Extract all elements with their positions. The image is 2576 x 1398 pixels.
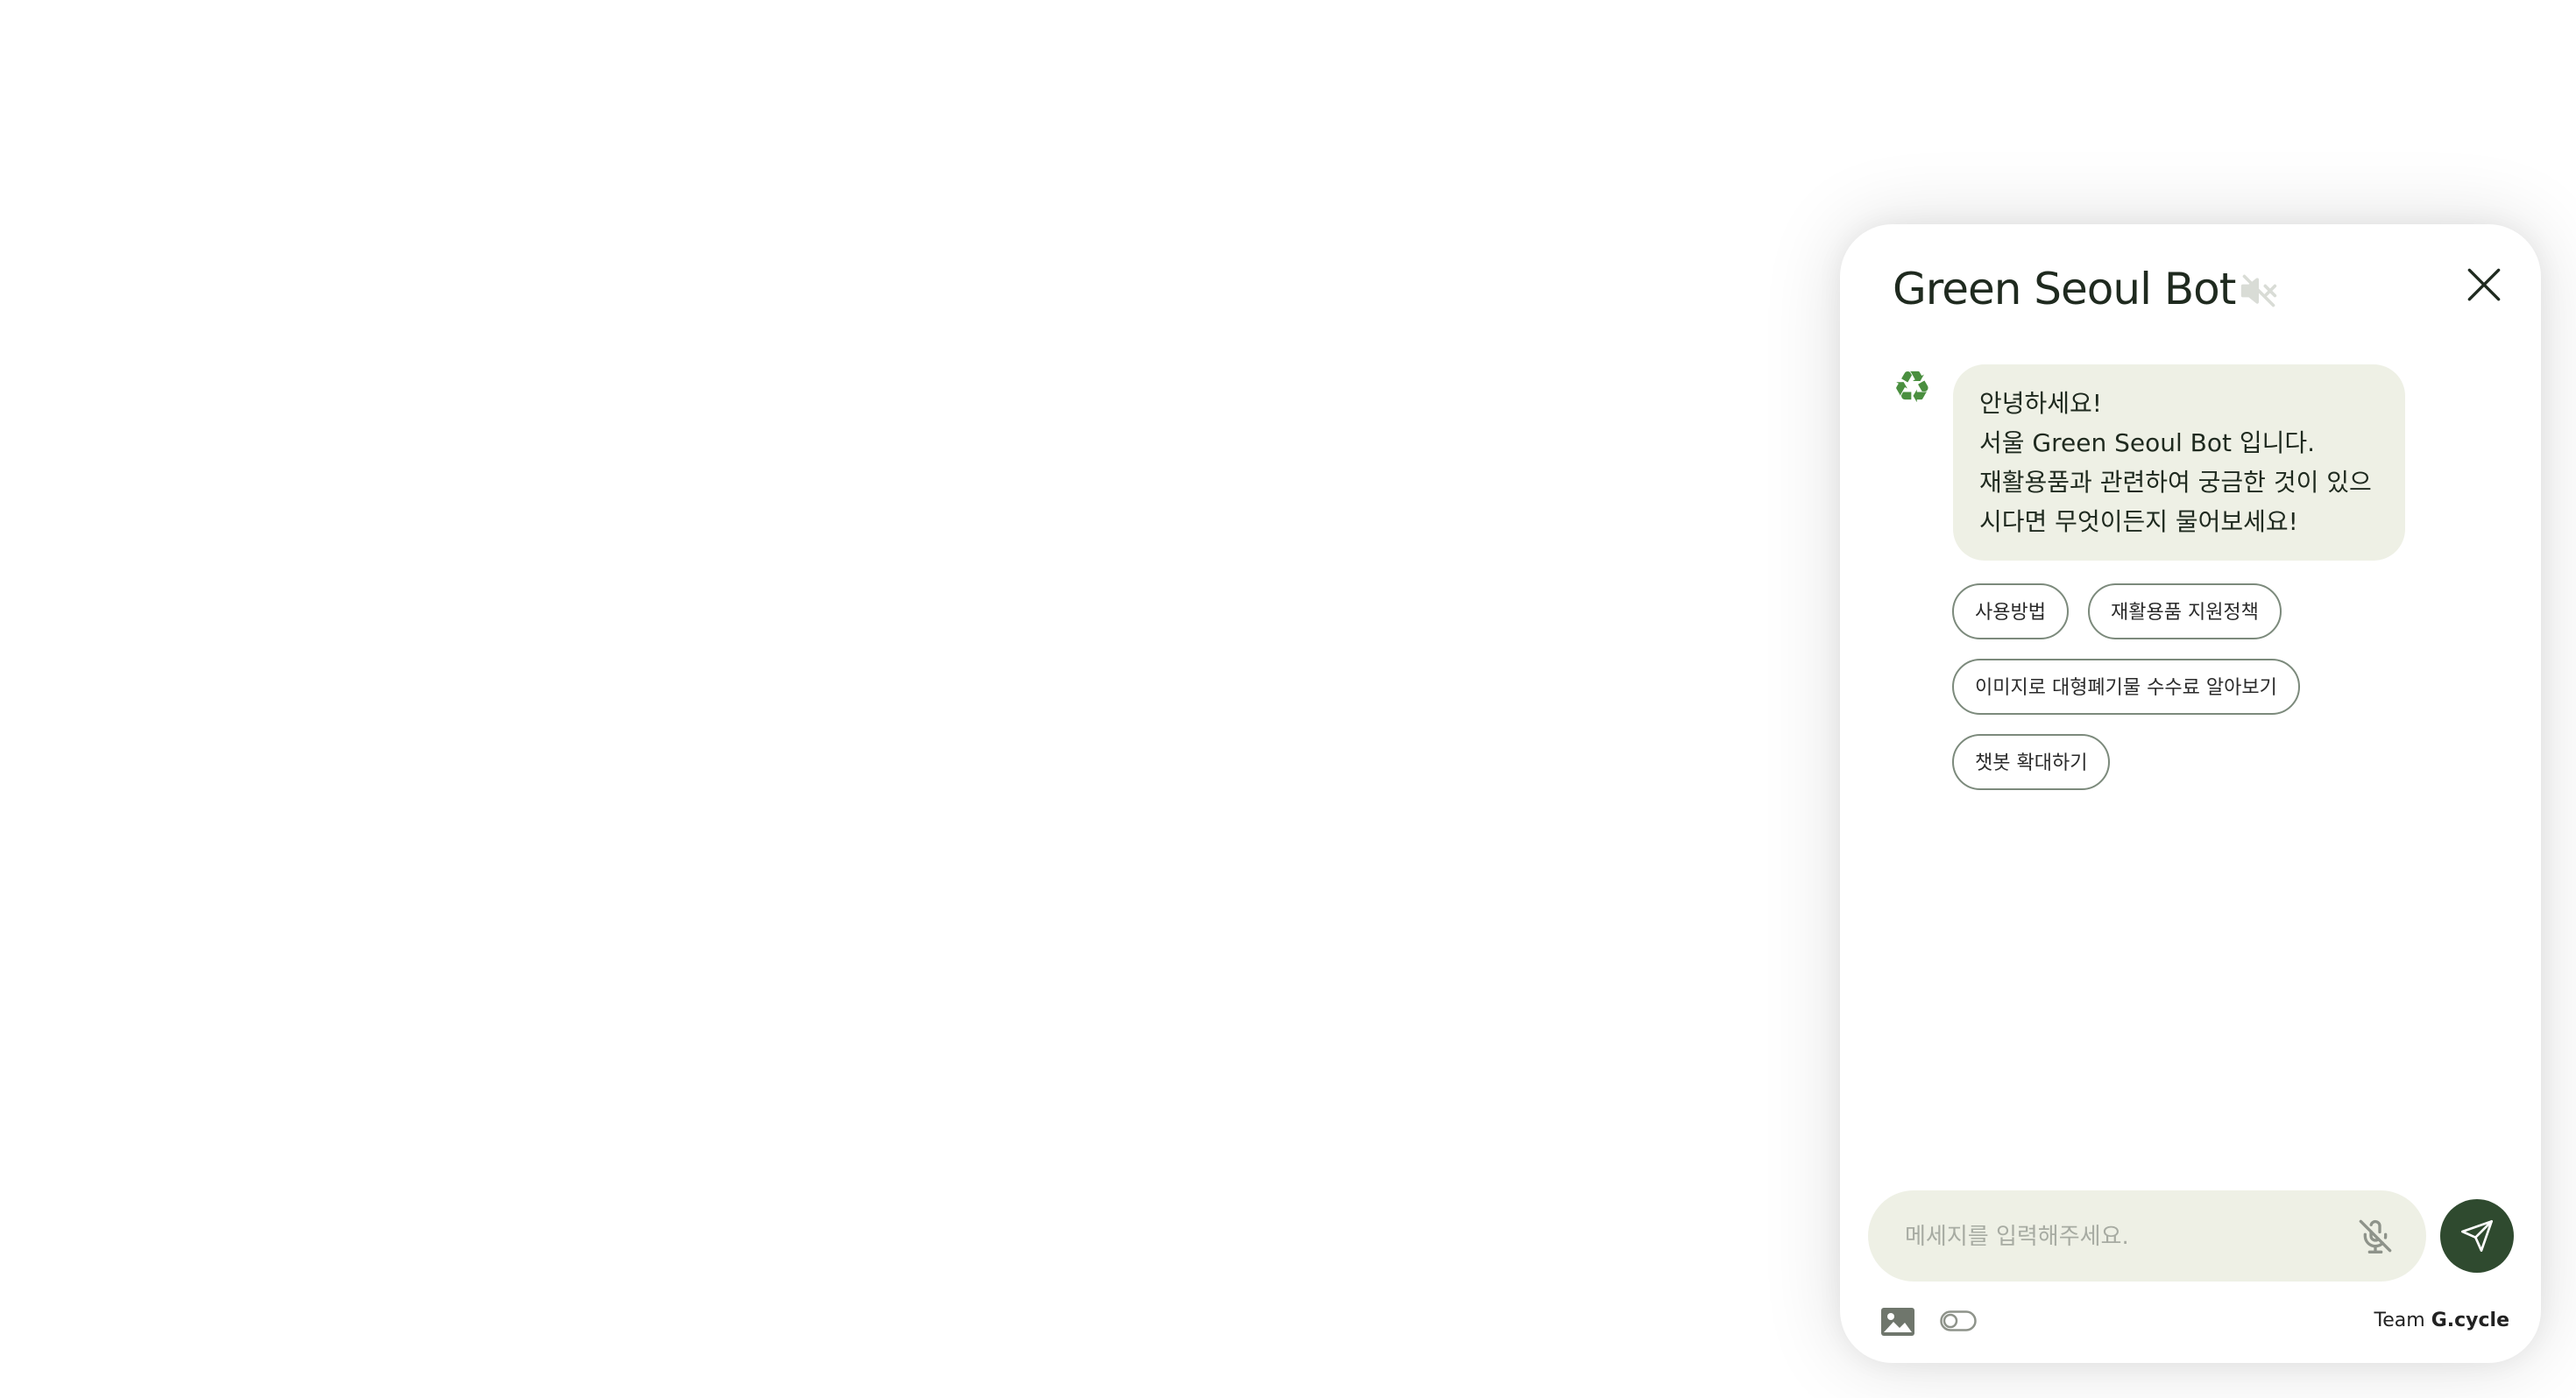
quick-reply-support-policy[interactable]: 재활용품 지원정책 [2088, 583, 2282, 639]
message-line: 시다면 무엇이든지 물어보세요! [1979, 507, 2298, 536]
message-bubble: 안녕하세요! 서울 Green Seoul Bot 입니다. 재활용품과 관련하… [1953, 364, 2405, 561]
mic-off-icon[interactable] [2358, 1218, 2393, 1253]
send-button[interactable] [2440, 1199, 2514, 1273]
credit-prefix: Team [2374, 1310, 2425, 1331]
chatbot-window: Green Seoul Bot ♻ 안녕하세요! 서울 Green Seoul … [1840, 224, 2541, 1363]
message-composer [1868, 1190, 2426, 1283]
credit-name: G.cycle [2431, 1310, 2509, 1331]
toggle-icon[interactable] [1940, 1310, 1977, 1331]
close-icon [2467, 268, 2501, 301]
speaker-muted-icon[interactable] [2240, 272, 2278, 310]
message-line: 재활용품과 관련하여 궁금한 것이 있으 [1979, 468, 2372, 497]
send-icon [2461, 1220, 2493, 1252]
message-line: 서울 Green Seoul Bot 입니다. [1979, 428, 2316, 457]
close-button[interactable] [2462, 263, 2506, 307]
chat-header: Green Seoul Bot [1893, 254, 2506, 324]
message-line: 안녕하세요! [1979, 389, 2103, 418]
quick-reply-usage[interactable]: 사용방법 [1952, 583, 2069, 639]
team-credit: Team G.cycle [2374, 1305, 2509, 1337]
message-input[interactable] [1903, 1190, 2345, 1283]
recycle-icon: ♻ [1893, 362, 1932, 413]
quick-reply-image-fee[interactable]: 이미지로 대형폐기물 수수료 알아보기 [1952, 659, 2300, 715]
chat-title: Green Seoul Bot [1893, 264, 2236, 314]
quick-reply-expand-chatbot[interactable]: 챗봇 확대하기 [1952, 734, 2111, 790]
image-icon[interactable] [1880, 1307, 1915, 1337]
